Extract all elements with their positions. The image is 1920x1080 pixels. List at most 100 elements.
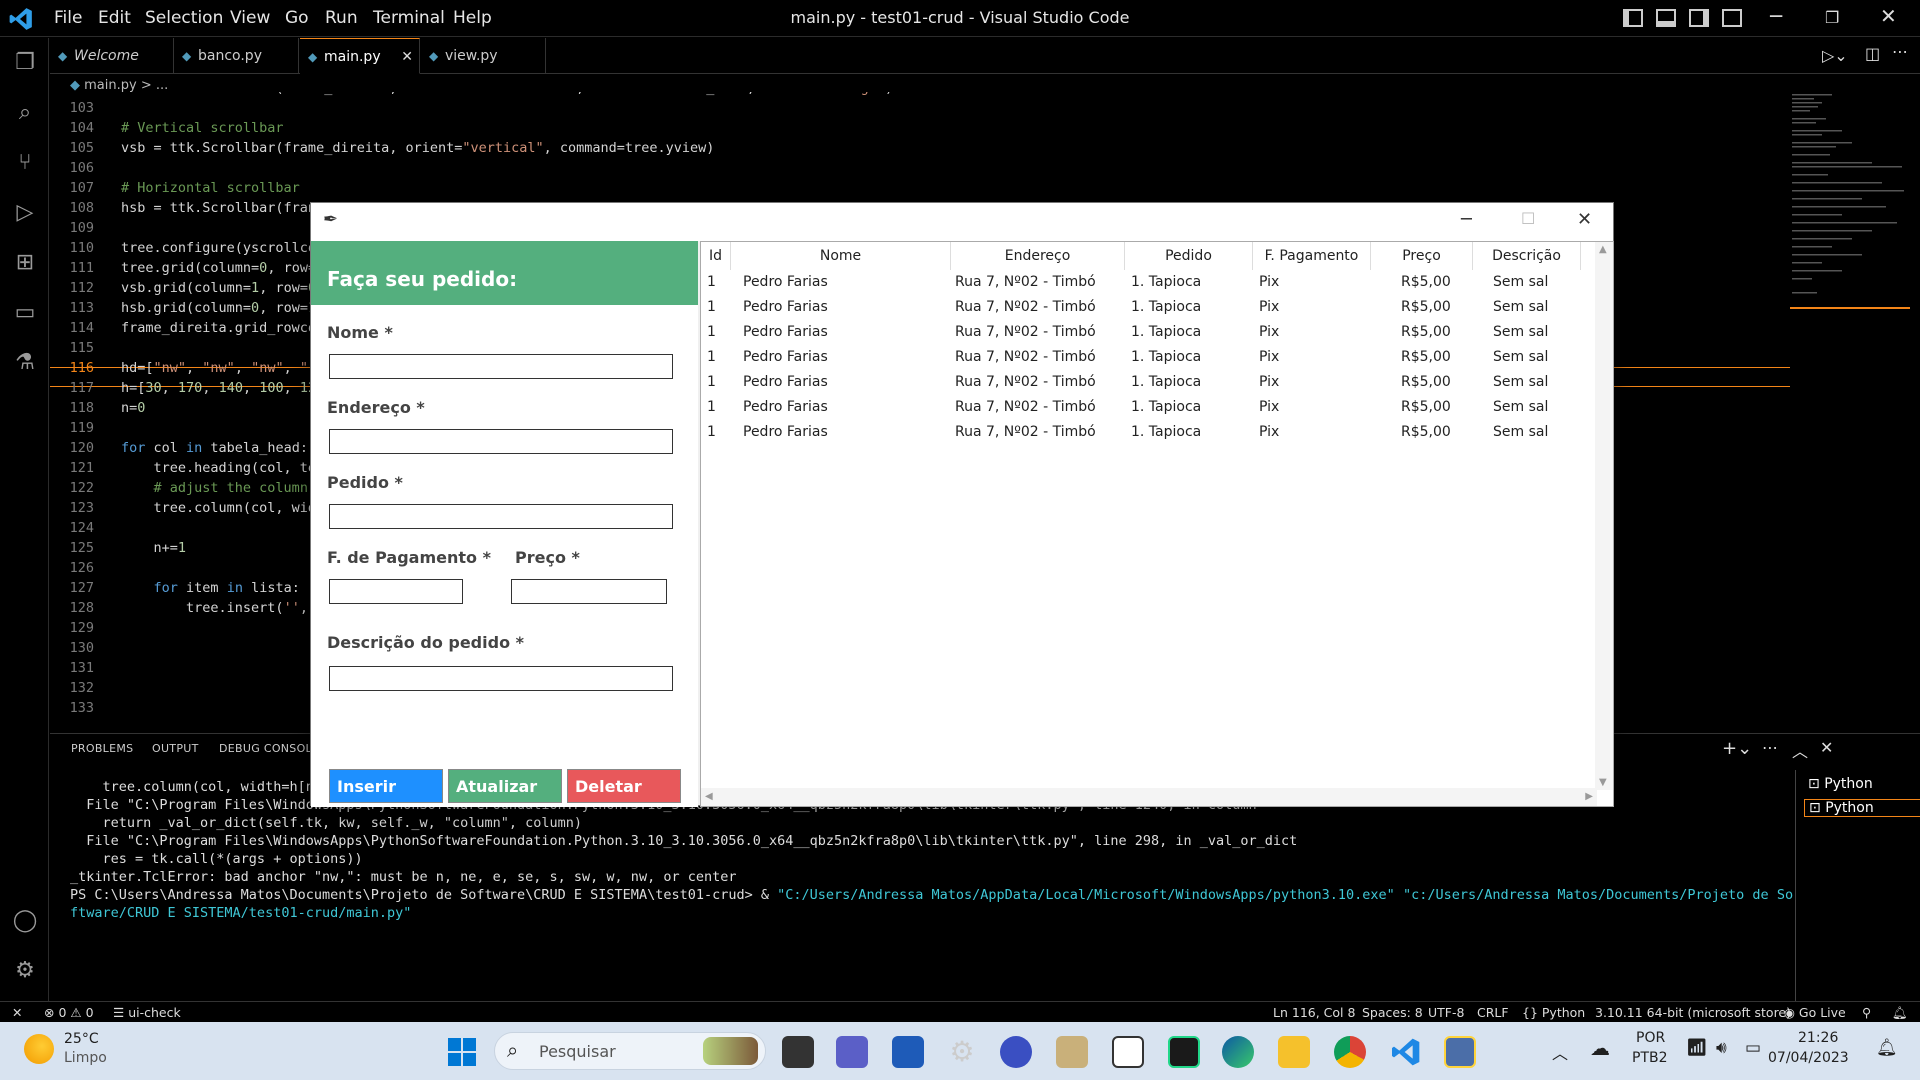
wifi-icon[interactable]: 📶︎: [1686, 1038, 1708, 1058]
tab-welcome[interactable]: ◆ Welcome: [50, 38, 174, 74]
run-debug-icon[interactable]: ▷: [10, 198, 40, 228]
menu-terminal[interactable]: Terminal: [373, 8, 445, 28]
microsoft-store-icon[interactable]: [892, 1036, 924, 1068]
horizontal-scrollbar[interactable]: ◀ ▶: [701, 788, 1597, 806]
table-row[interactable]: 1 Pedro Farias Rua 7, Nº02 - Timbó 1. Tapio…: [701, 297, 1595, 321]
code-line[interactable]: tree.insert('',: [121, 600, 308, 616]
keyboard-layout[interactable]: PTB2: [1632, 1050, 1668, 1066]
file-explorer-icon[interactable]: [1278, 1036, 1310, 1068]
table-row[interactable]: 1 Pedro Farias Rua 7, Nº02 - Timbó 1. Tapio…: [701, 372, 1595, 396]
extensions-icon[interactable]: ⊞: [10, 248, 40, 278]
code-line[interactable]: # adjust the column: [121, 480, 308, 496]
go-live[interactable]: ◉ Go Live: [1784, 1005, 1846, 1020]
maximize-icon[interactable]: ❐: [1825, 8, 1839, 27]
tab-view-py[interactable]: ◆ view.py: [421, 38, 546, 74]
end-of-line[interactable]: CRLF: [1477, 1005, 1509, 1020]
code-line[interactable]: h=[30, 170, 140, 100, 12: [121, 380, 316, 396]
column-header-pagamento[interactable]: F. Pagamento: [1253, 242, 1371, 270]
battery-icon[interactable]: ▭: [1745, 1038, 1761, 1058]
teams-chat-icon[interactable]: [836, 1036, 868, 1068]
code-line[interactable]: frame_direita.grid_rowco: [121, 320, 316, 336]
weather-moon-icon[interactable]: [24, 1034, 54, 1064]
breadcrumb-file[interactable]: main.py: [84, 78, 137, 93]
vertical-scrollbar[interactable]: ▲ ▼: [1595, 242, 1613, 790]
inserir-button[interactable]: Inserir: [329, 769, 443, 803]
run-python-file-icon[interactable]: ▷⌄: [1822, 46, 1848, 65]
code-line[interactable]: tree.grid(column=0, row=: [121, 260, 316, 276]
endereco-input[interactable]: [329, 429, 673, 454]
settings-gear-icon[interactable]: ⚙: [10, 956, 40, 986]
menu-file[interactable]: File: [54, 8, 82, 28]
column-header-id[interactable]: Id: [701, 242, 731, 270]
table-row[interactable]: 1 Pedro Farias Rua 7, Nº02 - Timbó 1. Tapio…: [701, 347, 1595, 371]
code-line[interactable]: tree.heading(col, te: [121, 460, 317, 476]
maximize-panel-icon[interactable]: ︿: [1792, 738, 1808, 762]
python-app-icon[interactable]: [1444, 1036, 1476, 1068]
terminal-instance-active[interactable]: ⊡ Python: [1804, 799, 1920, 817]
descricao-input[interactable]: [329, 666, 673, 691]
scroll-down-arrow-icon[interactable]: ▼: [1599, 777, 1607, 788]
vscode-taskbar-icon[interactable]: [1390, 1036, 1422, 1068]
table-row[interactable]: 1 Pedro Farias Rua 7, Nº02 - Timbó 1. Tapio…: [701, 322, 1595, 346]
tab-problems[interactable]: PROBLEMS: [71, 742, 133, 755]
python-interpreter[interactable]: 3.10.11 64-bit (microsoft store): [1595, 1005, 1791, 1020]
breadcrumb-rest[interactable]: ...: [156, 78, 168, 93]
task-view-icon[interactable]: [782, 1036, 814, 1068]
minimize-icon[interactable]: ─: [1770, 4, 1782, 28]
language-mode[interactable]: {} Python: [1522, 1005, 1585, 1020]
menu-view[interactable]: View: [230, 8, 270, 28]
scroll-up-arrow-icon[interactable]: ▲: [1599, 244, 1607, 255]
tab-debug-console[interactable]: DEBUG CONSOLE: [219, 742, 319, 755]
code-line[interactable]: tree.column(col, wid: [121, 500, 317, 516]
customize-layout-icon[interactable]: [1722, 9, 1742, 27]
terminal-instance[interactable]: ⊡ Python: [1808, 776, 1873, 792]
preco-input[interactable]: [511, 579, 667, 604]
menu-selection[interactable]: Selection: [145, 8, 223, 28]
column-header-preco[interactable]: Preço: [1371, 242, 1473, 270]
panel-more-icon[interactable]: ⋯: [1762, 738, 1778, 757]
table-row[interactable]: 1 Pedro Farias Rua 7, Nº02 - Timbó 1. Tapio…: [701, 397, 1595, 421]
menu-run[interactable]: Run: [325, 8, 358, 28]
windows-start-icon[interactable]: [446, 1036, 478, 1068]
chrome-icon[interactable]: [1334, 1036, 1366, 1068]
code-line[interactable]: hd=["nw", "nw", "nw", "r: [121, 360, 316, 376]
search-icon[interactable]: ⌕: [10, 98, 40, 128]
close-tab-icon[interactable]: ✕: [401, 39, 413, 75]
menu-edit[interactable]: Edit: [98, 8, 131, 28]
pedido-input[interactable]: [329, 504, 673, 529]
table-row[interactable]: 1 Pedro Farias Rua 7, Nº02 - Timbó 1. Tapio…: [701, 272, 1595, 296]
branch-status[interactable]: ☰ ui-check: [113, 1005, 181, 1020]
code-line[interactable]: hsb = ttk.Scrollbar(fran: [121, 200, 316, 216]
code-line[interactable]: for col in tabela_head:: [121, 440, 308, 456]
tab-output[interactable]: OUTPUT: [152, 742, 199, 755]
close-panel-icon[interactable]: ✕: [1820, 738, 1833, 757]
volume-icon[interactable]: 🔊︎: [1716, 1038, 1727, 1058]
settings-icon[interactable]: ⚙: [946, 1036, 978, 1068]
clock-date[interactable]: 07/04/2023: [1768, 1050, 1849, 1066]
more-actions-icon[interactable]: ⋯: [1892, 42, 1908, 61]
problems-status[interactable]: ⊗ 0 ⚠ 0: [44, 1005, 94, 1020]
remote-icon[interactable]: ✕: [12, 1005, 22, 1020]
tk-close-icon[interactable]: ✕: [1577, 209, 1592, 230]
split-editor-icon[interactable]: ◫: [1865, 44, 1880, 63]
tab-banco-py[interactable]: ◆ banco.py: [174, 38, 299, 74]
app-editor-icon[interactable]: [1112, 1036, 1144, 1068]
explorer-icon[interactable]: ❐: [10, 48, 40, 78]
encoding[interactable]: UTF-8: [1428, 1005, 1464, 1020]
accounts-icon[interactable]: ⚲: [1862, 1005, 1871, 1020]
orders-table[interactable]: Id Nome Endereço Pedido F. Pagamento Preço Des…: [700, 241, 1614, 807]
tab-main-py[interactable]: ◆ main.py ✕: [300, 38, 420, 74]
menu-help[interactable]: Help: [453, 8, 492, 28]
show-hidden-icons-chevron-icon[interactable]: ︿: [1552, 1040, 1568, 1064]
column-header-descricao[interactable]: Descrição: [1473, 242, 1581, 270]
weather-condition[interactable]: Limpo: [64, 1050, 107, 1066]
close-icon[interactable]: ✕: [1880, 4, 1897, 28]
clock-time[interactable]: 21:26: [1798, 1030, 1838, 1046]
source-control-icon[interactable]: ⑂: [10, 148, 40, 178]
notification-center-icon[interactable]: 🔔︎: [1876, 1038, 1898, 1058]
app-package-icon[interactable]: [1056, 1036, 1088, 1068]
pagamento-input[interactable]: [329, 579, 463, 604]
code-line[interactable]: for item in lista:: [121, 580, 300, 596]
account-icon[interactable]: ◯: [10, 906, 40, 936]
testing-icon[interactable]: ⚗: [10, 348, 40, 378]
